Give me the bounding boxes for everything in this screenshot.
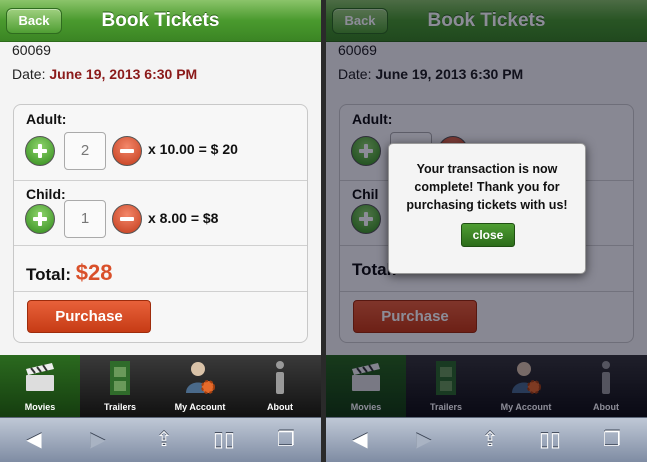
plus-icon-bar (38, 212, 42, 226)
total-line: Total: $28 (26, 260, 112, 286)
child-label: Child: (26, 186, 66, 202)
child-decrement-button[interactable] (112, 204, 142, 234)
adult-decrement-button[interactable] (112, 136, 142, 166)
tab-label: My Account (174, 402, 226, 412)
share-icon[interactable]: ⇪ (150, 428, 178, 452)
forward-arrow-icon[interactable]: ▶ (84, 428, 112, 452)
bookmarks-icon[interactable]: ▯▯ (210, 428, 238, 452)
user-gear-icon (186, 362, 215, 394)
header-bar: Back Book Tickets (0, 0, 321, 42)
close-button[interactable]: close (461, 223, 515, 247)
adult-label: Adult: (26, 111, 67, 127)
tab-label: Movies (24, 402, 56, 412)
confirmation-screen: Back Book Tickets 60069 Date: June 19, 2… (326, 0, 647, 462)
back-arrow-icon[interactable]: ◀ (20, 428, 48, 452)
tabs-icon[interactable]: ❐ (598, 428, 626, 452)
adult-increment-button[interactable] (25, 136, 55, 166)
share-icon[interactable]: ⇪ (476, 428, 504, 452)
total-label: Total: (26, 265, 72, 284)
date-value: June 19, 2013 6:30 PM (49, 66, 198, 82)
divider (14, 245, 307, 246)
date-label: Date: (12, 66, 46, 82)
child-increment-button[interactable] (25, 204, 55, 234)
date-line: Date: June 19, 2013 6:30 PM (12, 66, 197, 82)
forward-arrow-icon[interactable]: ▶ (410, 428, 438, 452)
divider (14, 291, 307, 292)
child-price-calc: x 8.00 = $8 (148, 210, 219, 226)
minus-icon (120, 149, 134, 153)
child-quantity-input[interactable]: 1 (64, 200, 106, 238)
purchase-button[interactable]: Purchase (27, 300, 151, 333)
total-value: $28 (75, 260, 113, 285)
dialog-message: Your transaction is now complete! Thank … (406, 162, 568, 212)
plus-icon-bar (38, 144, 42, 158)
back-arrow-icon[interactable]: ◀ (346, 428, 374, 452)
tab-label: About (267, 402, 293, 412)
tab-my-account[interactable]: My Account (160, 355, 240, 417)
ticket-card: Adult: 2 x 10.00 = $ 20 Child: 1 x 8.00 … (13, 104, 308, 343)
booking-screen: Back Book Tickets 60069 Date: June 19, 2… (0, 0, 321, 462)
divider (14, 180, 307, 181)
minus-icon (120, 217, 134, 221)
booking-content: 60069 Date: June 19, 2013 6:30 PM Adult:… (0, 42, 321, 355)
tabs-icon[interactable]: ❐ (272, 428, 300, 452)
tab-trailers[interactable]: Trailers (80, 355, 160, 417)
confirmation-dialog: Your transaction is now complete! Thank … (388, 143, 586, 274)
tab-bar: Movies Trailers My Account About (0, 355, 321, 417)
adult-quantity-input[interactable]: 2 (64, 132, 106, 170)
order-number: 60069 (12, 42, 51, 58)
info-icon (276, 361, 284, 394)
bookmarks-icon[interactable]: ▯▯ (536, 428, 564, 452)
tab-about[interactable]: About (240, 355, 320, 417)
tab-movies[interactable]: Movies (0, 355, 80, 417)
browser-toolbar: ◀ ▶ ⇪ ▯▯ ❐ (326, 417, 647, 462)
browser-toolbar: ◀ ▶ ⇪ ▯▯ ❐ (0, 417, 321, 462)
clapperboard-icon (26, 363, 54, 391)
page-title: Book Tickets (101, 10, 220, 31)
film-strip-icon (110, 361, 130, 395)
tab-label: Trailers (103, 402, 137, 412)
adult-price-calc: x 10.00 = $ 20 (148, 141, 238, 157)
